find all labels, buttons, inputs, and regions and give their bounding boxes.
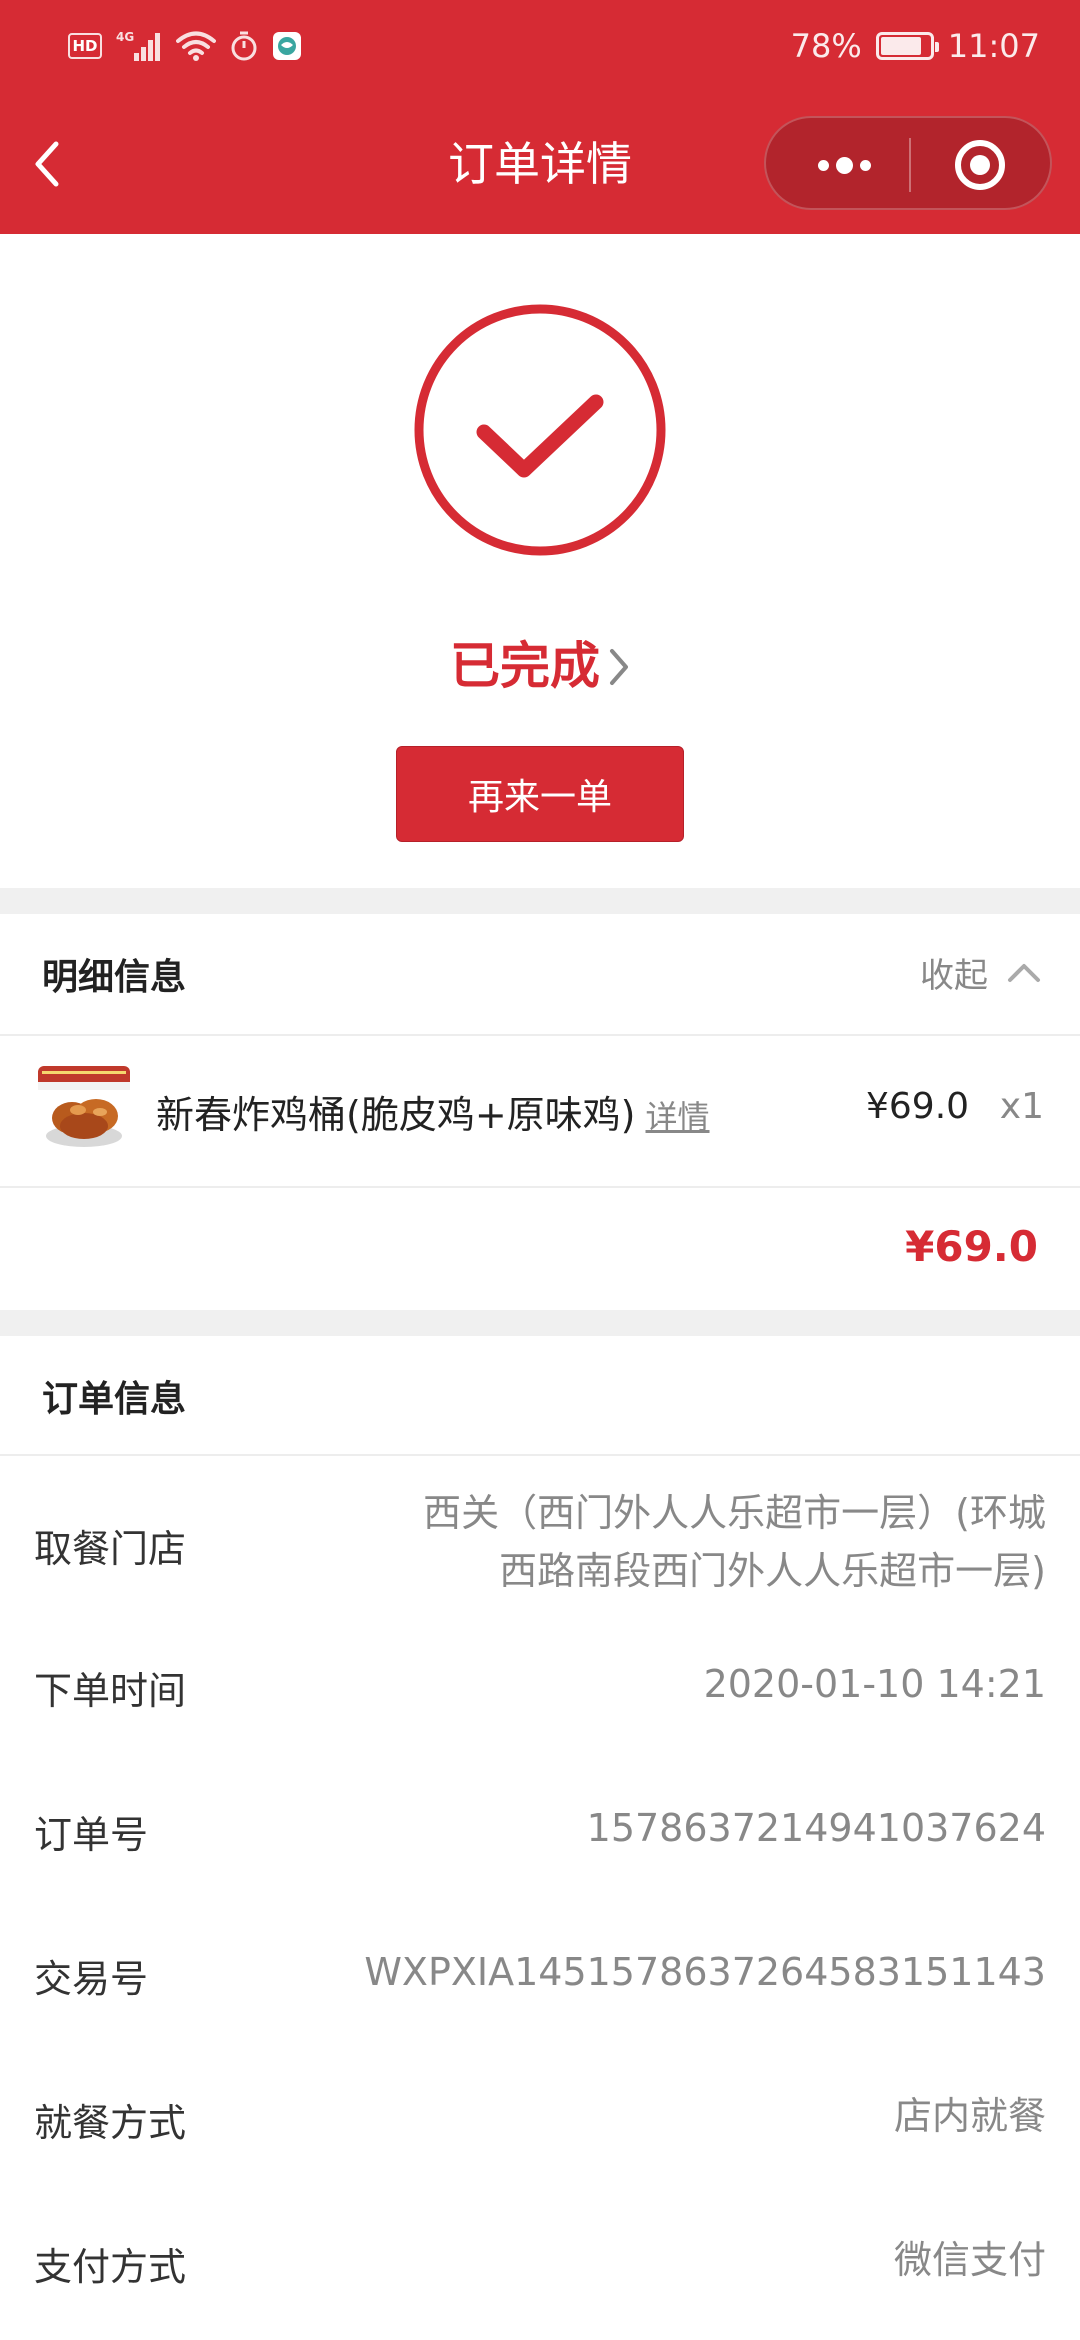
details-section-title: 明细信息: [42, 957, 187, 998]
chevron-up-icon: [1008, 963, 1040, 982]
wifi-icon: [176, 30, 216, 62]
product-thumbnail[interactable]: [38, 1066, 130, 1150]
store-address-line2: 西路南段西门外人人乐超市一层): [499, 1549, 1046, 1593]
info-value: 店内就餐: [893, 2094, 1046, 2138]
clock: 11:07: [947, 27, 1040, 65]
info-label: 就餐方式: [34, 2101, 187, 2145]
order-info-section-title: 订单信息: [42, 1379, 187, 1420]
divider: [0, 1034, 1080, 1036]
section-separator: [0, 1310, 1080, 1336]
product-quantity: x1: [999, 1086, 1044, 1127]
more-button[interactable]: [802, 140, 886, 190]
info-label: 订单号: [34, 1813, 149, 1857]
collapse-toggle[interactable]: 收起: [920, 948, 1042, 997]
close-button[interactable]: [934, 138, 1026, 192]
product-name: 新春炸鸡桶(脆皮鸡+原味鸡) 详情: [156, 1084, 710, 1139]
product-name-text: 新春炸鸡桶(脆皮鸡+原味鸡): [156, 1093, 636, 1137]
signal-4g-icon: 4G: [116, 29, 162, 63]
battery-percent: 78%: [790, 27, 862, 65]
app-header: HD 4G 78% 11:07 订单详情: [0, 0, 1080, 234]
timer-icon: [230, 31, 258, 61]
network-label: 4G: [116, 30, 134, 44]
product-price: ¥69.0: [866, 1086, 970, 1127]
section-separator: [0, 888, 1080, 914]
reorder-button[interactable]: 再来一单: [396, 746, 684, 842]
product-detail-link[interactable]: 详情: [646, 1098, 710, 1136]
battery-level: [880, 37, 922, 55]
info-value: 微信支付: [893, 2238, 1046, 2282]
app-notification-icon: [272, 31, 302, 61]
status-bar-right: 78% 11:07: [791, 22, 1040, 70]
miniprogram-capsule: [764, 116, 1052, 210]
divider: [0, 1454, 1080, 1456]
order-total: ¥69.0: [905, 1222, 1038, 1271]
store-address-line1: 西关（西门外人人乐超市一层）(环城: [423, 1491, 1046, 1535]
chevron-right-icon: [608, 641, 630, 699]
info-label: 支付方式: [34, 2245, 187, 2289]
info-label: 下单时间: [34, 1669, 187, 1713]
info-label: 交易号: [34, 1957, 149, 2001]
order-status[interactable]: 已完成: [0, 626, 1080, 699]
collapse-label: 收起: [920, 956, 988, 996]
order-status-label: 已完成: [450, 637, 600, 695]
info-value: 1578637214941037624: [586, 1806, 1046, 1850]
info-value: WXPXIA1451578637264583151143: [364, 1950, 1046, 1994]
target-close-icon: [955, 140, 1005, 190]
info-label: 取餐门店: [34, 1527, 187, 1571]
divider: [0, 1186, 1080, 1188]
battery-icon: [875, 32, 939, 60]
capsule-divider: [909, 138, 911, 192]
info-value: 2020-01-10 14:21: [703, 1662, 1046, 1706]
hd-icon: HD: [68, 33, 102, 59]
more-dots-icon: [817, 159, 829, 171]
check-circle-icon: [412, 302, 668, 558]
info-value: 西关（西门外人人乐超市一层）(环城 西路南段西门外人人乐超市一层): [423, 1484, 1046, 1600]
status-bar-left: HD 4G: [68, 28, 302, 64]
